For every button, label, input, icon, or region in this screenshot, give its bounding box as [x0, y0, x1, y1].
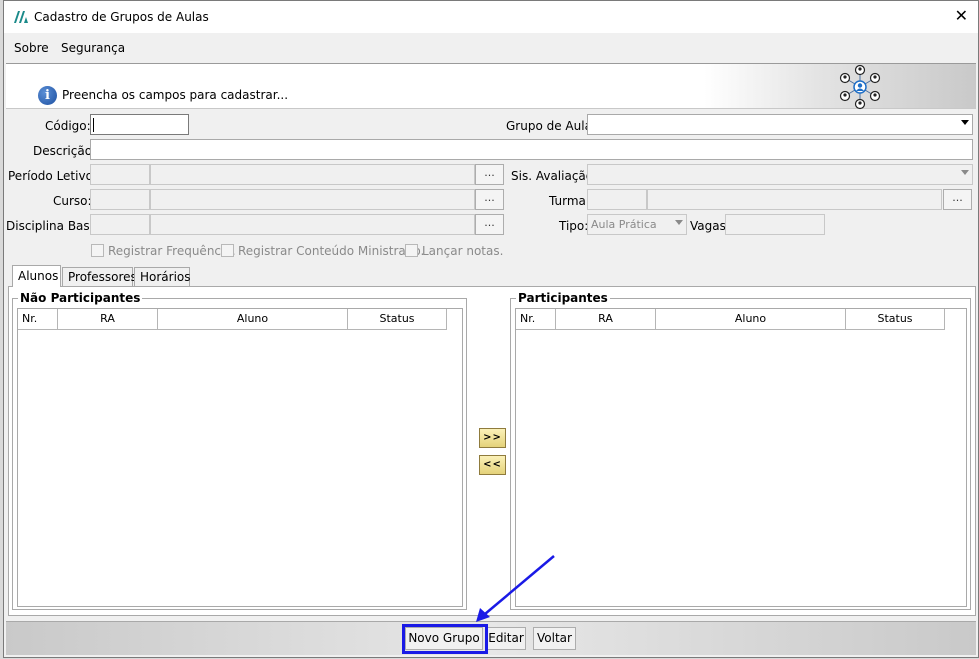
tab-horarios[interactable]: Horários — [134, 267, 191, 286]
turma-code[interactable] — [587, 189, 647, 210]
curso-code[interactable] — [90, 189, 150, 210]
group-users-icon — [839, 64, 881, 110]
highlight-box — [402, 624, 488, 654]
window-title: Cadastro de Grupos de Aulas — [34, 10, 209, 24]
info-icon: i — [38, 86, 57, 105]
checkbox-box — [405, 244, 418, 257]
column-header-aluno[interactable]: Aluno — [656, 309, 846, 330]
chevron-down-icon — [675, 220, 683, 225]
editar-button[interactable]: Editar — [486, 627, 526, 650]
periodo-letivo-desc[interactable] — [150, 164, 475, 185]
lancar-notas-checkbox[interactable]: Lançar notas. — [405, 244, 503, 258]
curso-desc[interactable] — [150, 189, 475, 210]
column-header-nr[interactable]: Nr. — [516, 309, 556, 330]
column-header-aluno[interactable]: Aluno — [158, 309, 348, 330]
checkbox-box — [91, 244, 104, 257]
nao-participantes-title: Não Participantes — [18, 291, 143, 305]
column-header-ra[interactable]: RA — [58, 309, 158, 330]
turma-desc[interactable] — [647, 189, 942, 210]
app-logo-icon — [14, 11, 28, 23]
title-bar: Cadastro de Grupos de Aulas ✕ — [4, 1, 978, 33]
descricao-label: Descrição: — [33, 144, 97, 158]
voltar-button[interactable]: Voltar — [533, 627, 576, 650]
tipo-select[interactable]: Aula Prática — [587, 214, 687, 235]
tab-professores[interactable]: Professores — [62, 267, 137, 286]
disciplina-base-search-button[interactable]: ... — [475, 214, 504, 235]
codigo-input[interactable] — [90, 114, 189, 135]
menu-item-sobre[interactable]: Sobre — [14, 41, 49, 55]
vagas-input[interactable] — [725, 214, 825, 235]
chevron-down-icon — [961, 170, 969, 175]
curso-label: Curso: — [53, 194, 92, 208]
codigo-label: Código: — [45, 119, 91, 133]
turma-label: Turma: — [549, 194, 590, 208]
checkbox-label: Lançar notas. — [422, 244, 504, 258]
close-icon[interactable]: ✕ — [955, 7, 968, 25]
column-header-nr[interactable]: Nr. — [18, 309, 58, 330]
checkbox-label: Registrar Frequência. — [108, 244, 236, 258]
disciplina-base-code[interactable] — [90, 214, 150, 235]
grupo-aula-select[interactable] — [587, 114, 973, 135]
text-cursor — [93, 118, 94, 132]
info-banner: i Preencha os campos para cadastrar... — [6, 63, 976, 110]
column-header-status[interactable]: Status — [348, 309, 447, 330]
chevron-down-icon — [961, 120, 969, 125]
column-header-status[interactable]: Status — [846, 309, 945, 330]
tipo-value: Aula Prática — [591, 218, 657, 231]
curso-search-button[interactable]: ... — [475, 189, 504, 210]
banner-message: Preencha os campos para cadastrar... — [62, 88, 289, 102]
turma-search-button[interactable]: ... — [943, 189, 972, 210]
disciplina-base-label: Disciplina Base: — [6, 219, 102, 233]
participantes-title: Participantes — [516, 291, 610, 305]
participantes-grid[interactable]: Nr. RA Aluno Status — [515, 308, 967, 607]
periodo-letivo-code[interactable] — [90, 164, 150, 185]
sis-avaliacao-select[interactable] — [587, 164, 973, 185]
column-header-ra[interactable]: RA — [556, 309, 656, 330]
menu-item-seguranca[interactable]: Segurança — [61, 41, 125, 55]
remove-participant-button[interactable]: << — [479, 455, 506, 475]
vagas-label: Vagas: — [690, 219, 730, 233]
registrar-conteudo-checkbox[interactable]: Registrar Conteúdo Ministrado. — [221, 244, 424, 258]
periodo-letivo-label: Período Letivo: — [8, 169, 97, 183]
checkbox-box — [221, 244, 234, 257]
main-window: Cadastro de Grupos de Aulas ✕ Sobre Segu… — [3, 0, 979, 658]
registrar-frequencia-checkbox[interactable]: Registrar Frequência. — [91, 244, 236, 258]
nao-participantes-grid[interactable]: Nr. RA Aluno Status — [17, 308, 463, 607]
periodo-letivo-search-button[interactable]: ... — [475, 164, 504, 185]
disciplina-base-desc[interactable] — [150, 214, 475, 235]
sis-avaliacao-label: Sis. Avaliação: — [511, 169, 598, 183]
tab-alunos[interactable]: Alunos — [12, 265, 61, 287]
menu-bar: Sobre Segurança — [4, 33, 978, 61]
add-participant-button[interactable]: >> — [479, 428, 506, 448]
nao-participantes-group: Não Participantes Nr. RA Aluno Status — [12, 291, 467, 610]
grupo-aula-label: Grupo de Aula: — [506, 119, 596, 133]
descricao-input[interactable] — [90, 139, 973, 160]
checkbox-label: Registrar Conteúdo Ministrado. — [238, 244, 425, 258]
participantes-group: Participantes Nr. RA Aluno Status — [510, 291, 971, 610]
tipo-label: Tipo: — [559, 219, 589, 233]
